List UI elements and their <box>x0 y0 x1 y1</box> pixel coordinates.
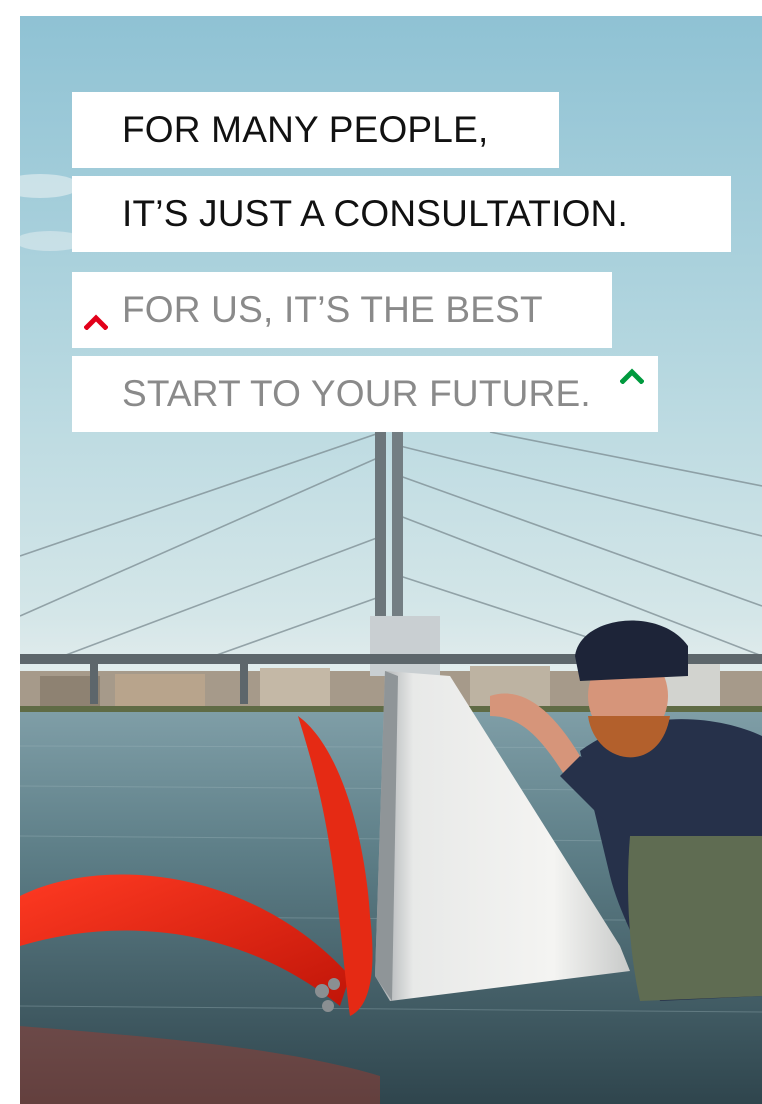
chevron-up-icon <box>84 314 108 330</box>
advertisement: FOR MANY PEOPLE, IT’S JUST A CONSULTATIO… <box>20 16 762 1104</box>
cloud <box>20 174 80 198</box>
subline-line-2: START TO YOUR FUTURE. <box>72 356 658 432</box>
headline-line-2: IT’S JUST A CONSULTATION. <box>72 176 731 252</box>
chevron-up-icon <box>620 368 644 384</box>
subline-line-1: FOR US, IT’S THE BEST <box>72 272 612 348</box>
headline-line-1: FOR MANY PEOPLE, <box>72 92 559 168</box>
